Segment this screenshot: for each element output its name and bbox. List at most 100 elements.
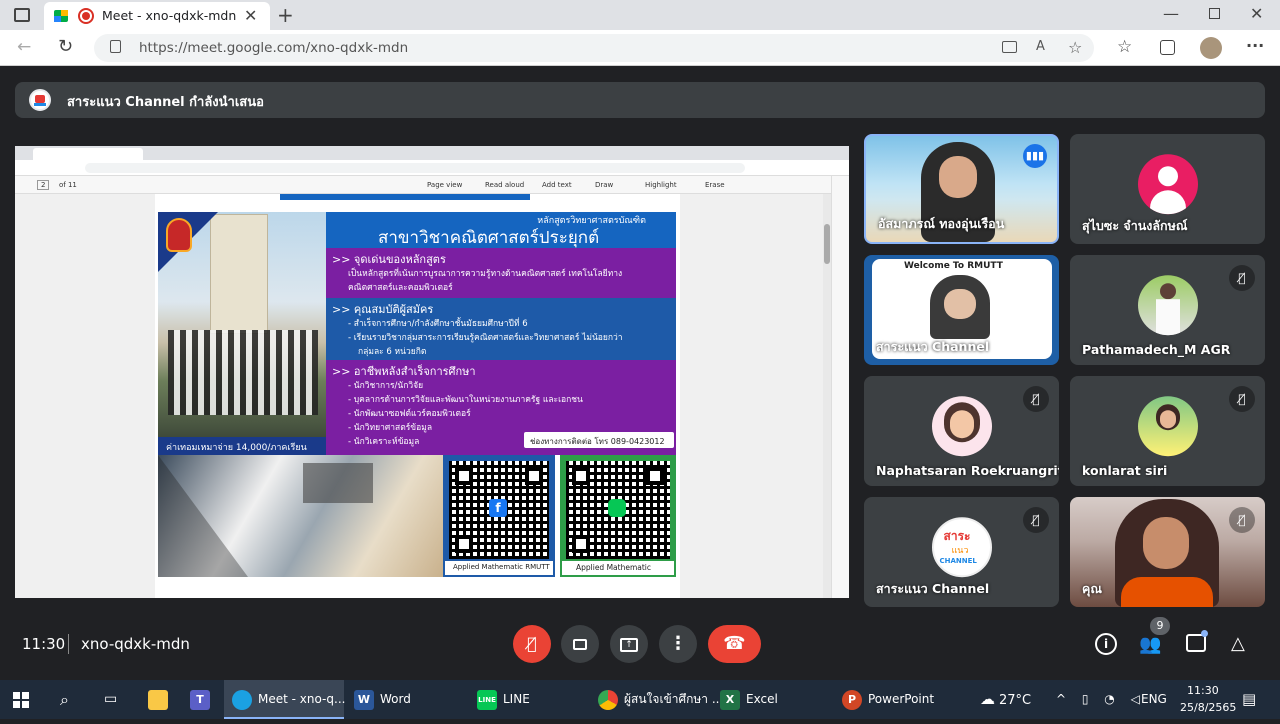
taskbar-app-label: Meet - xno-q... [258,692,346,706]
participant-tile[interactable]: ▮▮▮ อัสมาภรณ์ ทองอุ่นเรือน [864,134,1059,244]
participant-name: คุณ [1082,581,1102,596]
poster-section-careers: >> อาชีพหลังสำเร็จการศึกษา - นักวิชาการ/… [326,360,676,455]
qr-facebook: f Applied Mathematic RMUTT [443,455,555,577]
restore-icon[interactable] [1209,8,1220,19]
chat-notification-dot [1201,630,1208,637]
profile-avatar[interactable] [1200,37,1222,59]
poster-career-item: - นักวิเคราะห์ข้อมูล [348,437,420,447]
taskbar-app-meet[interactable]: Meet - xno-q... [224,680,346,719]
language-indicator[interactable]: ENG [1141,680,1167,719]
browser-tab-bar: Meet - xno-qdxk-mdn ✕ + — ✕ [0,0,1280,30]
tab-title: Meet - xno-qdxk-mdn [102,8,237,23]
participant-name: อัสมาภรณ์ ทองอุ่นเรือน [878,216,1005,231]
favorite-star-icon[interactable]: ☆ [1068,38,1082,57]
pdf-highlight[interactable]: Highlight [645,181,677,189]
more-options-button[interactable]: ⋮ [659,625,697,663]
meet-window: สาระแนว Channel กำลังนำเสนอ 2 of 11 Page… [0,66,1280,680]
reload-icon[interactable]: ↻ [58,38,73,56]
weather-widget[interactable]: ☁ 27°C [980,680,1031,719]
clock-time: 11:30 [1187,684,1219,697]
back-icon[interactable]: ← [17,39,31,56]
cloud-icon: ☁ [980,690,995,708]
participant-tile[interactable]: 🎙̸ Pathamadech_M AGR [1070,255,1265,365]
taskbar-app-label: Word [380,692,411,706]
url-text: https://meet.google.com/xno-qdxk-mdn [139,40,409,56]
pdf-scrollbar[interactable] [823,194,831,598]
poster-fee: ค่าเทอมเหมาจ่าย 14,000/ภาคเรียน [166,443,307,453]
university-seal-icon [166,218,192,252]
camera-toggle-button[interactable] [561,625,599,663]
presenting-text: สาระแนว Channel กำลังนำเสนอ [67,95,264,110]
pdf-draw[interactable]: Draw [595,181,613,189]
participant-tile[interactable]: สาระ แนว CHANNEL 🎙̸ สาระแนว Channel [864,497,1059,607]
people-icon[interactable]: 👥 [1139,634,1161,655]
poster-contact: ช่องทางการติดต่อ โทร 089-0423012 [530,437,665,446]
line-icon: LINE [477,689,497,710]
participant-avatar [1137,396,1198,457]
camera-status-icon[interactable] [1002,41,1017,53]
pdf-read-aloud[interactable]: Read aloud [485,181,524,189]
pdf-page-input[interactable]: 2 [37,180,50,190]
collections-icon[interactable] [1160,40,1175,55]
poster-career-item: - นักวิชาการ/นักวิจัย [348,381,424,391]
participant-avatar [1137,275,1198,336]
poster-fee-box: ค่าเทอมเหมาจ่าย 14,000/ภาคเรียน [158,437,326,455]
taskbar-app-chrome[interactable]: ผู้สนใจเข้าศึกษา ... [598,680,723,719]
present-icon: ↑ [620,637,638,652]
end-call-button[interactable]: ☎ [708,625,761,663]
participant-tile[interactable]: 🎙̸ Naphatsaran Roekruangrit [864,376,1059,486]
more-menu-icon[interactable]: ··· [1246,38,1264,54]
lock-icon [110,40,121,53]
new-tab-icon[interactable]: + [277,5,294,25]
minimize-icon[interactable]: — [1163,6,1179,22]
participant-tile[interactable]: Welcome To RMUTT สาระแนว Channel [864,255,1059,365]
participant-tile[interactable]: 🎙̸ konlarat siri [1070,376,1265,486]
start-button[interactable] [13,680,33,719]
info-icon[interactable]: i [1095,633,1117,655]
pdf-page-total: of 11 [59,181,77,189]
activities-icon[interactable]: △ [1231,633,1245,654]
close-tab-icon[interactable]: ✕ [244,6,257,25]
taskbar-app-label: LINE [503,692,530,706]
taskbar-app-excel[interactable]: X Excel [720,680,778,719]
favorites-icon[interactable]: ☆ [1117,39,1132,56]
line-app-icon [608,499,626,517]
notifications-icon[interactable]: ▤ [1242,680,1256,719]
file-explorer-icon[interactable] [148,680,174,719]
shared-browser-addressbar [15,160,849,176]
mic-off-icon: 🎙̸ [1229,386,1255,412]
taskbar-app-powerpoint[interactable]: P PowerPoint [842,680,934,719]
participant-avatar [931,396,992,457]
tab-actions-icon[interactable] [14,8,30,22]
read-aloud-icon[interactable]: A [1036,39,1045,54]
meeting-code: xno-qdxk-mdn [81,635,190,653]
participant-tile[interactable]: สุไบซะ จำนงลักษณ์ [1070,134,1265,244]
search-icon[interactable]: ⌕ [60,680,69,719]
taskbar-app-line[interactable]: LINE LINE [477,680,530,719]
close-window-icon[interactable]: ✕ [1250,6,1263,22]
participant-name: Pathamadech_M AGR [1082,342,1231,357]
mic-toggle-button[interactable]: 🎙̸ [513,625,551,663]
channel-logo-avatar: สาระ แนว CHANNEL [931,517,992,578]
channel-logo-text-2: แนว [951,546,969,557]
mic-off-icon: 🎙̸ [1229,507,1255,533]
participant-name: สาระแนว Channel [876,339,990,354]
teams-icon[interactable]: T [190,680,216,719]
clock[interactable]: 11:30 25/8/2565 [1180,680,1236,719]
url-field[interactable]: https://meet.google.com/xno-qdxk-mdn A ☆ [94,34,1094,62]
pdf-page-view[interactable]: Page view [427,181,462,189]
present-button[interactable]: ↑ [610,625,648,663]
browser-tab[interactable]: Meet - xno-qdxk-mdn ✕ [44,2,270,30]
mic-off-icon: 🎙̸ [1023,386,1049,412]
task-view-icon[interactable]: ▭ [104,680,117,719]
taskbar-app-word[interactable]: W Word [354,680,411,719]
pdf-erase[interactable]: Erase [705,181,725,189]
shared-screen[interactable]: 2 of 11 Page view Read aloud Add text Dr… [15,146,849,598]
pdf-add-text[interactable]: Add text [542,181,572,189]
self-view-tile[interactable]: 🎙̸ คุณ [1070,497,1265,607]
poster-s1-line2: คณิตศาสตร์และคอมพิวเตอร์ [348,283,453,293]
system-tray-icons[interactable]: ^ ▯ ◔ ◁ [1056,680,1146,719]
participant-name: สาระแนว Channel [876,581,990,596]
welcome-frame-text: Welcome To RMUTT [904,261,1003,271]
poster-s2-line3: กลุ่มละ 6 หน่วยกิต [358,347,427,357]
